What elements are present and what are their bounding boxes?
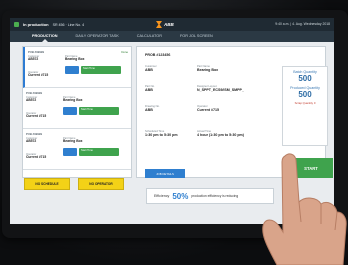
job-operator: Current #715 — [26, 155, 47, 160]
logo-text: ABB — [164, 22, 174, 27]
top-bar: In production SR 456 · Line No. 4 ABB 9:… — [10, 18, 334, 31]
job-tag: PUB #99999 — [26, 132, 43, 136]
efficiency-text: production efficiency is reducing — [191, 194, 239, 198]
part-name-value: Bearing Box — [197, 67, 219, 72]
drawing-no-value: ABB — [145, 107, 153, 112]
job-time-badge: Start Time — [81, 66, 121, 74]
job-tag: PUB #99999 — [26, 91, 43, 95]
job-operator: Current #715 — [28, 73, 49, 78]
tab-bar: PRODUCTION DAILY OPERATOR TASK CALCULATO… — [10, 31, 334, 42]
job-operator: Current #715 — [26, 114, 47, 119]
job-card[interactable]: PUB #99999 Done Customer AB572 Part Name B… — [23, 47, 131, 88]
job-status: Done — [121, 50, 128, 54]
job-part: Bearing Box — [63, 98, 83, 103]
job-card[interactable]: PUB #99999 Customer AB572 Part Name Bearin… — [23, 88, 131, 129]
actual-time-value: 4 hour (1:30 pm to 5:30 pm) — [197, 132, 244, 137]
operator-value: Current #715 — [197, 107, 219, 112]
job-progress-badge — [63, 148, 77, 156]
status-indicator — [14, 22, 19, 27]
no-schedule-button[interactable]: NO SCHEDULE — [24, 178, 70, 190]
status-text: In production — [23, 22, 49, 27]
job-customer: AB572 — [26, 139, 37, 144]
hand-image — [262, 153, 347, 265]
tab-production[interactable]: PRODUCTION — [32, 31, 58, 42]
quantity-box: Batch Quantity 500 Produced Quantity 500… — [282, 66, 328, 146]
job-part: Bearing Box — [65, 57, 85, 62]
part-no-value: ABB — [145, 87, 153, 92]
logo-mark-icon — [156, 21, 162, 28]
job-progress-badge — [63, 107, 77, 115]
app-logo: ABB — [156, 21, 174, 28]
efficiency-value: 50% — [172, 191, 189, 201]
batch-quantity-value: 500 — [298, 74, 312, 83]
job-part: Bearing Box — [63, 139, 83, 144]
job-customer: AB572 — [26, 98, 37, 103]
efficiency-label: Efficiency — [154, 194, 170, 198]
scheduled-time-value: 1:30 pm to 5:30 pm — [145, 132, 178, 137]
datetime: 9:40 a.m. | 4. Aug. Wednesday 2018 — [275, 22, 330, 26]
customer-value: ABB — [145, 67, 153, 72]
no-operator-button[interactable]: NO OPERATOR — [78, 178, 124, 190]
line-info: SR 456 · Line No. 4 — [52, 22, 85, 27]
scrap-quantity: Scrap Quantity 0 — [294, 101, 316, 105]
tab-calculator[interactable]: CALCULATOR — [137, 31, 162, 42]
job-card[interactable]: PUB #99999 Customer AB572 Part Name Bearin… — [23, 129, 131, 170]
produced-quantity-value: 500 — [298, 90, 312, 99]
job-tag: PUB #99999 — [28, 50, 45, 54]
designer-layout-value: N_SPPT_ECS9/ISM_SMPP_ — [197, 87, 244, 92]
tab-jol-screen[interactable]: FOR JOL SCREEN — [180, 31, 213, 42]
job-time-badge: Start Time — [79, 148, 119, 156]
detail-title: PROB #123456 — [145, 53, 171, 57]
job-customer: AB572 — [28, 57, 39, 62]
job-time-badge: Start Time — [79, 107, 119, 115]
job-details-button[interactable]: JOB DETAILS — [145, 169, 185, 178]
tab-daily-operator-task[interactable]: DAILY OPERATOR TASK — [76, 31, 119, 42]
job-list: PUB #99999 Done Customer AB572 Part Name B… — [22, 46, 132, 178]
job-progress-badge — [65, 66, 79, 74]
